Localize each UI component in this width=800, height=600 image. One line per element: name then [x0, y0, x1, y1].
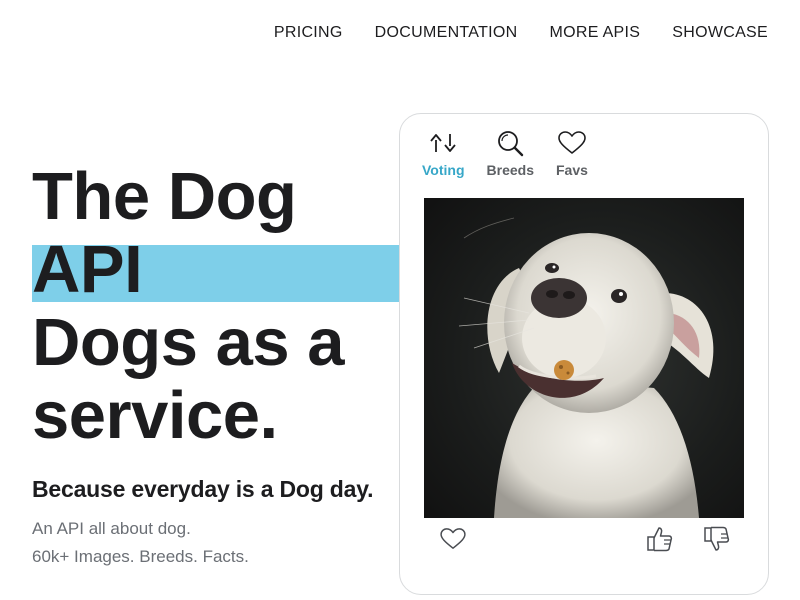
vote-actions	[400, 522, 768, 562]
description-line-2: 60k+ Images. Breeds. Facts.	[32, 547, 249, 566]
headline-line-4: service.	[32, 378, 278, 453]
hero: The Dog API Dogs as a service.	[32, 160, 402, 452]
tab-breeds-label: Breeds	[486, 162, 534, 178]
tagline: Because everyday is a Dog day.	[32, 476, 374, 502]
headline-highlight-api: API	[32, 233, 402, 306]
thumbs-up-icon	[647, 527, 673, 552]
headline-line-1: The Dog	[32, 159, 297, 234]
dog-photo	[424, 198, 744, 518]
tab-voting[interactable]: Voting	[422, 128, 465, 178]
thumbs-down-icon	[704, 526, 730, 551]
top-nav: PRICING DOCUMENTATION MORE APIS SHOWCASE	[274, 22, 768, 44]
tab-breeds[interactable]: Breeds	[487, 128, 534, 178]
card-tabs: Voting Breeds Favs	[422, 128, 588, 178]
nav-pricing-link[interactable]: PRICING	[274, 22, 343, 44]
dog-illustration	[458, 217, 714, 518]
hero-headline: The Dog API Dogs as a service.	[32, 160, 402, 452]
vote-down-button[interactable]	[703, 525, 731, 558]
tab-voting-label: Voting	[422, 162, 465, 178]
hero-description: An API all about dog. 60k+ Images. Breed…	[32, 515, 249, 571]
tab-favs-label: Favs	[555, 162, 588, 178]
heart-icon	[558, 128, 586, 158]
magnifier-icon	[496, 128, 524, 158]
headline-line-3: Dogs as a	[32, 305, 345, 380]
nav-more-apis-link[interactable]: MORE APIS	[550, 22, 641, 44]
description-line-1: An API all about dog.	[32, 519, 191, 538]
vote-up-button[interactable]	[646, 525, 674, 558]
favourite-button[interactable]	[440, 528, 466, 555]
nav-documentation-link[interactable]: DOCUMENTATION	[375, 22, 518, 44]
heart-outline-icon	[440, 528, 466, 549]
voting-card: Voting Breeds Favs	[399, 113, 769, 595]
tab-favs[interactable]: Favs	[556, 128, 588, 178]
up-down-arrows-icon	[429, 128, 457, 158]
nav-showcase-link[interactable]: SHOWCASE	[672, 22, 768, 44]
